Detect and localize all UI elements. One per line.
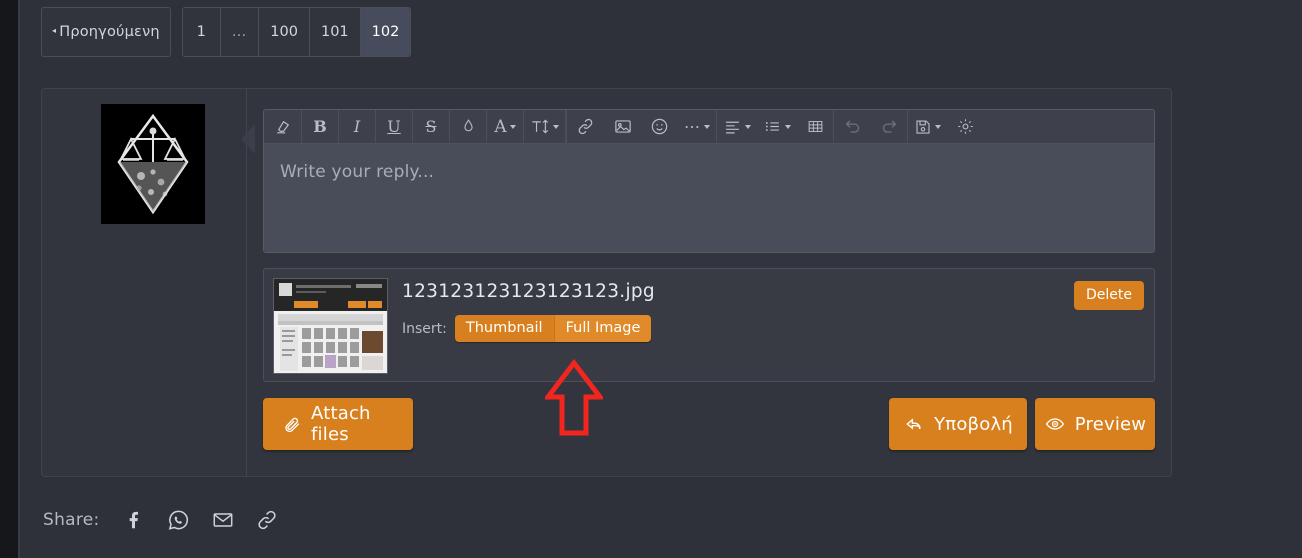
strikethrough-glyph: S <box>425 117 437 136</box>
share-label: Share: <box>43 510 100 530</box>
page-root: ◂ Προηγούμενη 1 … 100 101 102 B I U S A … <box>20 0 1302 558</box>
editor-toolbar: B I U S A … <box>264 110 1154 144</box>
preview-button[interactable]: Preview <box>1035 398 1155 450</box>
share-row: Share: <box>43 505 280 535</box>
link-icon[interactable] <box>254 505 280 535</box>
paperclip-icon <box>283 415 302 434</box>
action-row: Attach files Υποβολή Preview <box>263 398 1155 450</box>
align-icon[interactable] <box>717 110 757 144</box>
chevron-down-icon <box>553 124 559 129</box>
italic-glyph: I <box>353 117 361 136</box>
chevron-down-icon <box>745 124 751 129</box>
chevron-down-icon <box>935 124 941 129</box>
submit-label: Υποβολή <box>934 413 1013 435</box>
attach-files-button[interactable]: Attach files <box>263 398 413 450</box>
delete-attachment-button[interactable]: Delete <box>1074 281 1144 310</box>
attachment-thumbnail[interactable] <box>273 278 388 374</box>
more-options-icon[interactable]: … <box>678 110 717 144</box>
chevron-left-icon: ◂ <box>52 26 57 35</box>
clear-formatting-icon[interactable] <box>265 110 302 144</box>
emoji-icon[interactable] <box>641 110 678 144</box>
eye-icon <box>1044 414 1066 434</box>
insert-thumbnail-button[interactable]: Thumbnail <box>454 315 554 342</box>
font-family-icon[interactable]: A <box>487 110 524 144</box>
image-icon[interactable] <box>604 110 641 144</box>
list-icon[interactable] <box>757 110 797 144</box>
insert-options-row: Insert: Thumbnail Full Image <box>402 315 655 342</box>
more-dots-glyph: … <box>684 113 701 132</box>
pagination-previous-label: Προηγούμενη <box>59 24 160 40</box>
bold-glyph: B <box>313 117 327 136</box>
underline-icon[interactable]: U <box>376 110 413 144</box>
email-icon[interactable] <box>210 505 236 535</box>
insert-label: Insert: <box>402 320 447 337</box>
whatsapp-icon[interactable] <box>166 505 192 535</box>
submit-preview-group: Υποβολή Preview <box>889 398 1155 450</box>
avatar-column <box>42 89 247 476</box>
draft-icon[interactable] <box>908 110 947 144</box>
attachment-item: 123123123123123123.jpg Insert: Thumbnail… <box>263 268 1155 382</box>
text-color-icon[interactable] <box>450 110 487 144</box>
left-dark-rail <box>0 0 18 558</box>
bold-icon[interactable]: B <box>302 110 339 144</box>
redo-icon[interactable] <box>871 110 908 144</box>
reply-arrow-icon <box>903 414 925 434</box>
attach-files-label: Attach files <box>311 403 371 445</box>
editor-placeholder: Write your reply... <box>280 162 435 182</box>
attachment-filename: 123123123123123123.jpg <box>402 281 655 302</box>
pagination-previous-button[interactable]: ◂ Προηγούμενη <box>41 7 171 57</box>
pagination-page-1[interactable]: 1 <box>182 8 221 56</box>
speech-bubble-notch <box>241 124 255 154</box>
preview-label: Preview <box>1074 413 1147 435</box>
chevron-down-icon <box>704 124 710 129</box>
pagination-page-101[interactable]: 101 <box>309 8 361 56</box>
insert-button-group: Thumbnail Full Image <box>454 315 652 342</box>
attachment-info: 123123123123123123.jpg Insert: Thumbnail… <box>402 281 655 342</box>
strikethrough-icon[interactable]: S <box>413 110 450 144</box>
reply-panel: B I U S A … Write your reply... 12312312… <box>41 88 1172 477</box>
insert-full-image-button[interactable]: Full Image <box>553 315 652 342</box>
submit-button[interactable]: Υποβολή <box>889 398 1027 450</box>
pagination-page-100[interactable]: 100 <box>259 8 310 56</box>
pagination: ◂ Προηγούμενη 1 … 100 101 102 <box>41 7 412 57</box>
pagination-page-102-active[interactable]: 102 <box>360 8 411 56</box>
link-icon[interactable] <box>567 110 604 144</box>
font-size-icon[interactable] <box>524 110 566 144</box>
facebook-icon[interactable] <box>122 505 148 535</box>
pagination-ellipsis[interactable]: … <box>220 8 260 56</box>
italic-icon[interactable]: I <box>339 110 376 144</box>
reply-area: B I U S A … Write your reply... 12312312… <box>263 109 1155 450</box>
table-icon[interactable] <box>797 110 834 144</box>
undo-icon[interactable] <box>834 110 871 144</box>
pagination-page-group: 1 … 100 101 102 <box>181 7 412 57</box>
editor-text-area[interactable]: Write your reply... <box>264 144 1154 252</box>
settings-gear-icon[interactable] <box>947 110 984 144</box>
rich-text-editor: B I U S A … Write your reply... <box>263 109 1155 253</box>
avatar[interactable] <box>101 104 205 224</box>
chevron-down-icon <box>509 124 516 129</box>
chevron-down-icon <box>785 124 791 129</box>
underline-glyph: U <box>387 117 401 136</box>
font-family-glyph: A <box>494 116 507 137</box>
